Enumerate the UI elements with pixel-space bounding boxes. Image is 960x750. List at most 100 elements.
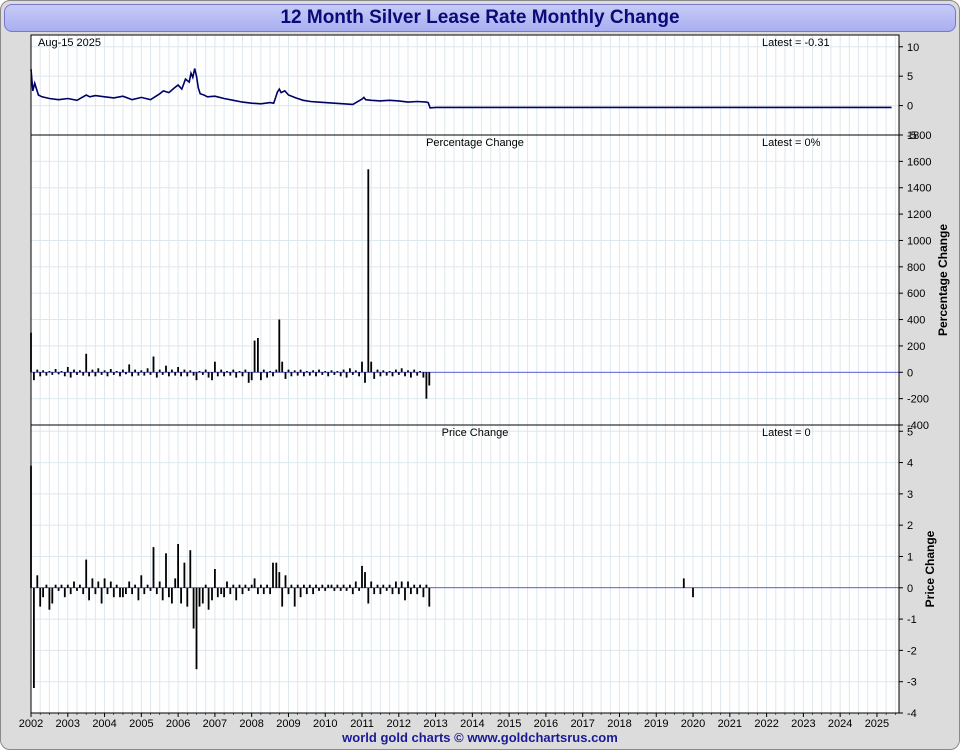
y-tick-label: -2 [907, 645, 917, 657]
bar-mark [364, 572, 366, 588]
bar-mark [69, 372, 72, 378]
bar-mark [388, 371, 391, 373]
bar-mark [214, 361, 216, 373]
bar-mark [293, 370, 296, 373]
bar-mark [290, 584, 293, 588]
bar-mark [321, 372, 324, 375]
bar-mark [422, 587, 425, 598]
bar-mark [91, 369, 94, 373]
bar-mark [349, 368, 351, 373]
bar-mark [158, 581, 161, 588]
footer-credit: world gold charts © www.goldchartsrus.co… [342, 730, 618, 745]
x-tick-label: 2007 [203, 718, 227, 730]
date-label: Aug-15 2025 [38, 37, 101, 49]
bar-mark [404, 587, 406, 601]
bar-mark [305, 371, 308, 373]
bar-mark [60, 584, 63, 588]
y-tick-label: 400 [907, 315, 925, 327]
bar-mark [354, 581, 357, 588]
bar-mark [131, 372, 133, 377]
bar-mark [42, 370, 44, 373]
bar-mark [241, 587, 244, 595]
bar-mark [342, 369, 345, 373]
bar-mark [177, 367, 179, 373]
bar-mark [351, 587, 354, 595]
chart-svg: 1050-5Aug-15 2025 Latest = -0.31180016001… [19, 34, 950, 730]
bar-mark [36, 575, 39, 588]
bar-mark [88, 587, 90, 601]
bar-mark [100, 372, 103, 375]
bar-mark [238, 371, 241, 373]
latest-label: Latest = -0.31 [762, 37, 830, 49]
bar-mark [358, 587, 360, 591]
y-tick-label: 4 [907, 458, 913, 470]
y-tick-label: 800 [907, 262, 925, 274]
bar-mark [364, 372, 366, 383]
bar-mark [97, 368, 100, 373]
bar-mark [82, 372, 85, 376]
bar-mark [189, 550, 192, 588]
x-tick-label: 2009 [276, 718, 300, 730]
y-tick-label: 2 [907, 520, 913, 532]
bar-mark [266, 584, 268, 588]
bar-mark [330, 584, 333, 588]
bar-mark [253, 578, 256, 588]
bar-mark [165, 553, 167, 588]
bar-mark [345, 587, 348, 591]
bar-mark [109, 581, 112, 588]
x-tick-label: 2010 [313, 718, 337, 730]
bar-mark [358, 372, 360, 377]
bar-mark [223, 372, 225, 377]
bar-mark [201, 587, 204, 604]
bar-mark [428, 372, 431, 386]
y-tick-label: 0 [907, 101, 913, 113]
bar-mark [284, 372, 287, 379]
bar-mark [97, 581, 100, 588]
bar-mark [682, 578, 685, 588]
bar-mark [303, 372, 305, 377]
bar-mark [161, 372, 164, 375]
bar-mark [339, 587, 342, 591]
bar-mark [272, 562, 274, 588]
bar-mark [155, 587, 158, 595]
x-tick-label: 2025 [865, 718, 889, 730]
bar-mark [155, 372, 158, 378]
bar-mark [370, 361, 373, 373]
bar-mark [149, 372, 152, 375]
x-tick-label: 2022 [754, 718, 778, 730]
bar-mark [428, 587, 431, 607]
y-tick-label: 1800 [907, 130, 931, 142]
bar-mark [216, 587, 219, 598]
bar-mark [85, 353, 88, 373]
y-tick-label: -4 [907, 708, 917, 720]
bar-mark [333, 587, 336, 591]
bar-mark [382, 370, 385, 373]
bar-mark [183, 369, 186, 373]
bar-mark [404, 372, 406, 377]
bar-mark [315, 372, 317, 377]
bar-mark [207, 587, 210, 610]
bar-mark [220, 369, 223, 373]
bar-mark [413, 369, 416, 373]
bar-mark [247, 587, 250, 591]
bar-mark [281, 361, 284, 373]
bar-mark [171, 369, 173, 373]
bar-mark [296, 584, 299, 588]
bar-mark [149, 587, 152, 591]
bar-mark [342, 584, 345, 588]
bar-mark [419, 371, 421, 373]
bar-mark [247, 372, 250, 383]
bar-mark [79, 370, 81, 373]
bar-mark [397, 372, 400, 375]
bar-mark [146, 584, 149, 588]
bar-mark [134, 369, 136, 373]
bar-mark [63, 587, 66, 598]
x-tick-label: 2023 [791, 718, 815, 730]
bar-mark [278, 572, 281, 588]
bar-mark [106, 372, 109, 377]
bar-mark [66, 584, 69, 588]
bar-mark [211, 372, 213, 381]
bar-mark [186, 372, 189, 377]
bar-mark [48, 371, 51, 373]
y-tick-label: -1 [907, 614, 917, 626]
